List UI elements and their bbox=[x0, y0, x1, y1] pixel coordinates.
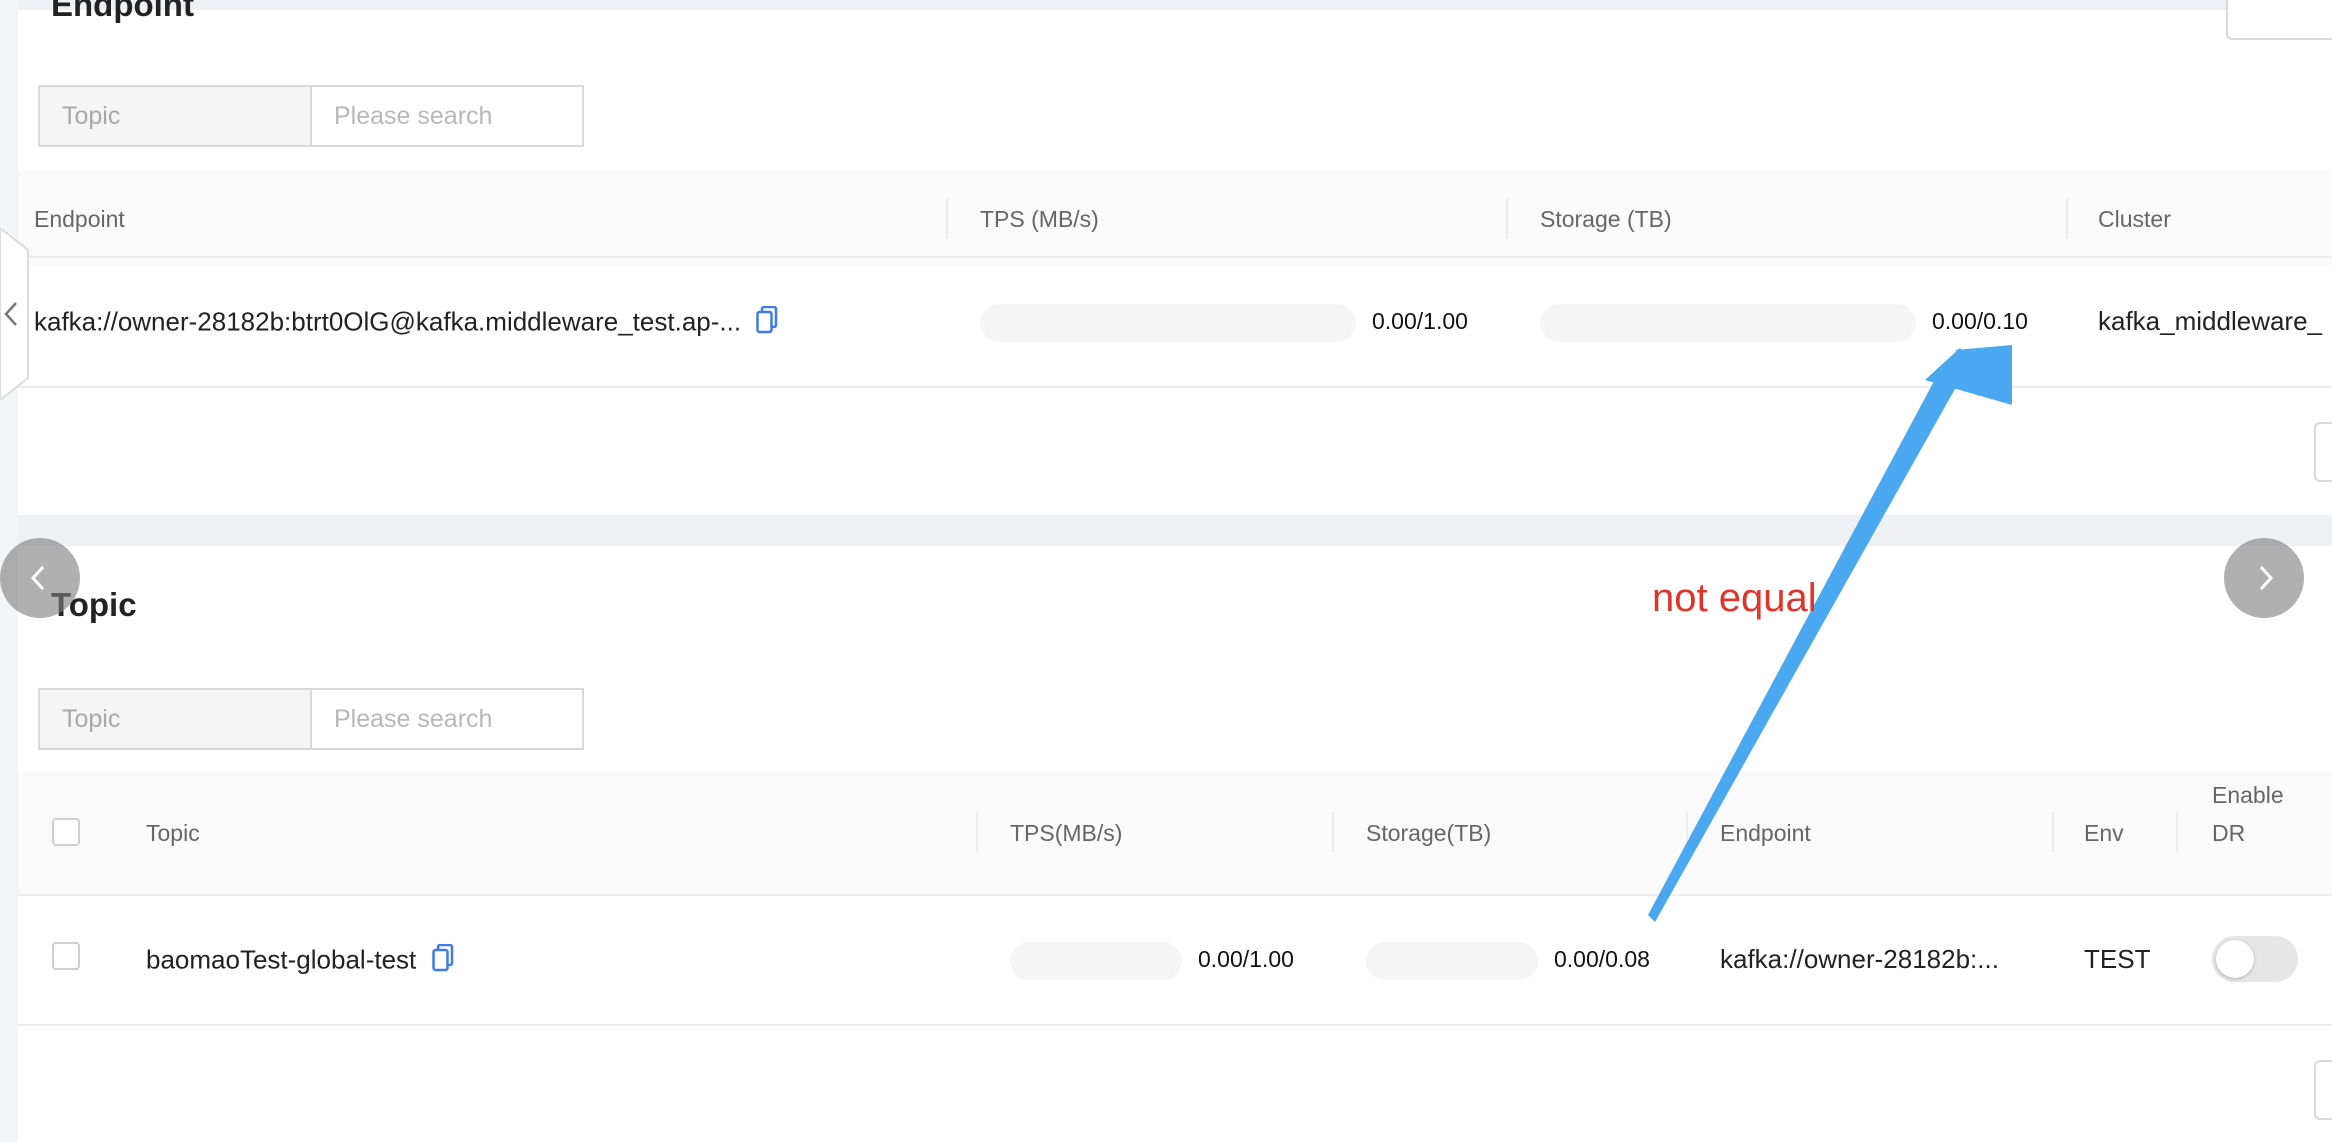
annotation-text: not equal bbox=[1652, 576, 1817, 620]
annotation-arrow-icon bbox=[1648, 345, 2012, 922]
